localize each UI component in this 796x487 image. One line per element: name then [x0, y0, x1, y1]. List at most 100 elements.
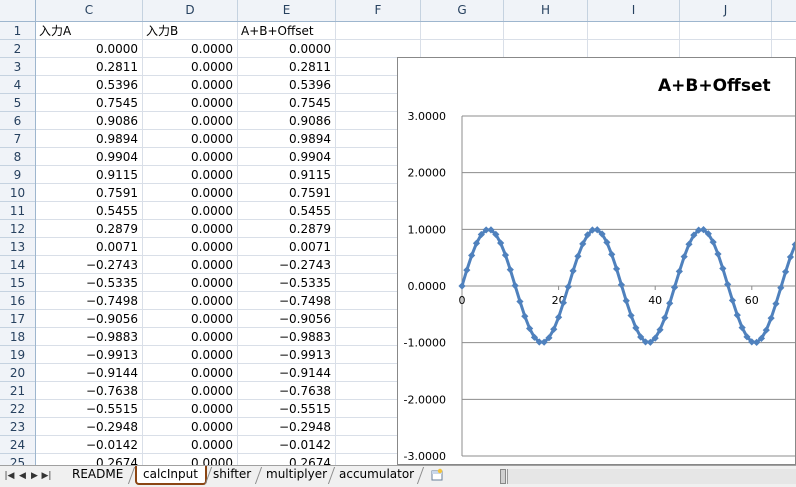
row-header-16[interactable]: 16 [0, 292, 35, 310]
row-header-11[interactable]: 11 [0, 202, 35, 220]
cell-d20[interactable]: 0.0000 [143, 364, 237, 382]
cell-d14[interactable]: 0.0000 [143, 256, 237, 274]
last-sheet-icon[interactable]: ▶| [41, 469, 52, 483]
cell-d16[interactable]: 0.0000 [143, 292, 237, 310]
insert-sheet-icon[interactable] [430, 468, 444, 482]
cell-c13[interactable]: 0.0071 [36, 238, 142, 256]
cell-d25[interactable]: 0.0000 [143, 454, 237, 465]
cell-d24[interactable]: 0.0000 [143, 436, 237, 454]
row-header-20[interactable]: 20 [0, 364, 35, 382]
row-header-14[interactable]: 14 [0, 256, 35, 274]
cell-c23[interactable]: −0.2948 [36, 418, 142, 436]
cell-c19[interactable]: −0.9913 [36, 346, 142, 364]
row-header-6[interactable]: 6 [0, 112, 35, 130]
row-header-23[interactable]: 23 [0, 418, 35, 436]
cell-c24[interactable]: −0.0142 [36, 436, 142, 454]
sheet-tab-calcinput[interactable]: calcInput [135, 466, 207, 485]
row-header-7[interactable]: 7 [0, 130, 35, 148]
cell-d2[interactable]: 0.0000 [143, 40, 237, 58]
cell-d21[interactable]: 0.0000 [143, 382, 237, 400]
row-header-13[interactable]: 13 [0, 238, 35, 256]
cell-d12[interactable]: 0.0000 [143, 220, 237, 238]
row-header-17[interactable]: 17 [0, 310, 35, 328]
cell-e11[interactable]: 0.5455 [238, 202, 335, 220]
cell-d10[interactable]: 0.0000 [143, 184, 237, 202]
sheet-tab-multiplyer[interactable]: multiplyer [260, 466, 330, 485]
cell-e22[interactable]: −0.5515 [238, 400, 335, 418]
cell-d3[interactable]: 0.0000 [143, 58, 237, 76]
cell-e16[interactable]: −0.7498 [238, 292, 335, 310]
cell-e10[interactable]: 0.7591 [238, 184, 335, 202]
cell-e20[interactable]: −0.9144 [238, 364, 335, 382]
cell-e4[interactable]: 0.5396 [238, 76, 335, 94]
column-header-d[interactable]: D [143, 0, 238, 21]
cell-c18[interactable]: −0.9883 [36, 328, 142, 346]
cell-d23[interactable]: 0.0000 [143, 418, 237, 436]
cell-c12[interactable]: 0.2879 [36, 220, 142, 238]
cell-e21[interactable]: −0.7638 [238, 382, 335, 400]
row-header-9[interactable]: 9 [0, 166, 35, 184]
cell-c15[interactable]: −0.5335 [36, 274, 142, 292]
row-header-18[interactable]: 18 [0, 328, 35, 346]
next-sheet-icon[interactable]: ▶ [29, 469, 40, 483]
row-header-8[interactable]: 8 [0, 148, 35, 166]
cell-e13[interactable]: 0.0071 [238, 238, 335, 256]
cell-e9[interactable]: 0.9115 [238, 166, 335, 184]
cell-e25[interactable]: 0.2674 [238, 454, 335, 465]
cell-c1[interactable]: 入力A [36, 22, 142, 40]
cell-e5[interactable]: 0.7545 [238, 94, 335, 112]
column-header-e[interactable]: E [238, 0, 336, 21]
cell-c5[interactable]: 0.7545 [36, 94, 142, 112]
column-header-g[interactable]: G [421, 0, 504, 21]
cell-d4[interactable]: 0.0000 [143, 76, 237, 94]
chart-area[interactable]: A+B+Offset 3.0000 2.0000 1.0000 0.0000 -1.000… [397, 57, 796, 465]
cell-d6[interactable]: 0.0000 [143, 112, 237, 130]
cell-e17[interactable]: −0.9056 [238, 310, 335, 328]
cell-e8[interactable]: 0.9904 [238, 148, 335, 166]
cell-e15[interactable]: −0.5335 [238, 274, 335, 292]
tab-split-handle[interactable] [500, 469, 506, 484]
cell-e24[interactable]: −0.0142 [238, 436, 335, 454]
prev-sheet-icon[interactable]: ◀ [17, 469, 28, 483]
column-header-j[interactable]: J [680, 0, 772, 21]
cell-c7[interactable]: 0.9894 [36, 130, 142, 148]
row-header-10[interactable]: 10 [0, 184, 35, 202]
row-header-4[interactable]: 4 [0, 76, 35, 94]
cell-d5[interactable]: 0.0000 [143, 94, 237, 112]
row-header-2[interactable]: 2 [0, 40, 35, 58]
cell-e2[interactable]: 0.0000 [238, 40, 335, 58]
row-header-3[interactable]: 3 [0, 58, 35, 76]
column-header-h[interactable]: H [504, 0, 588, 21]
column-header-c[interactable]: C [36, 0, 143, 21]
horizontal-scrollbar[interactable] [507, 469, 796, 484]
select-all-corner[interactable] [0, 0, 36, 21]
column-header-f[interactable]: F [336, 0, 421, 21]
column-header-i[interactable]: I [588, 0, 680, 21]
cell-c3[interactable]: 0.2811 [36, 58, 142, 76]
row-header-21[interactable]: 21 [0, 382, 35, 400]
row-header-15[interactable]: 15 [0, 274, 35, 292]
cell-e3[interactable]: 0.2811 [238, 58, 335, 76]
cell-d18[interactable]: 0.0000 [143, 328, 237, 346]
cell-e7[interactable]: 0.9894 [238, 130, 335, 148]
row-header-5[interactable]: 5 [0, 94, 35, 112]
cell-c22[interactable]: −0.5515 [36, 400, 142, 418]
cell-c4[interactable]: 0.5396 [36, 76, 142, 94]
cell-e1[interactable]: A+B+Offset [238, 22, 335, 40]
sheet-tab-shifter[interactable]: shifter [207, 466, 257, 485]
cell-d22[interactable]: 0.0000 [143, 400, 237, 418]
cell-d15[interactable]: 0.0000 [143, 274, 237, 292]
cell-e6[interactable]: 0.9086 [238, 112, 335, 130]
cell-c10[interactable]: 0.7591 [36, 184, 142, 202]
cell-d17[interactable]: 0.0000 [143, 310, 237, 328]
cell-d13[interactable]: 0.0000 [143, 238, 237, 256]
cell-d11[interactable]: 0.0000 [143, 202, 237, 220]
cell-c17[interactable]: −0.9056 [36, 310, 142, 328]
row-header-12[interactable]: 12 [0, 220, 35, 238]
cell-e23[interactable]: −0.2948 [238, 418, 335, 436]
cell-d19[interactable]: 0.0000 [143, 346, 237, 364]
cell-d9[interactable]: 0.0000 [143, 166, 237, 184]
cell-c6[interactable]: 0.9086 [36, 112, 142, 130]
cell-c20[interactable]: −0.9144 [36, 364, 142, 382]
cell-c9[interactable]: 0.9115 [36, 166, 142, 184]
